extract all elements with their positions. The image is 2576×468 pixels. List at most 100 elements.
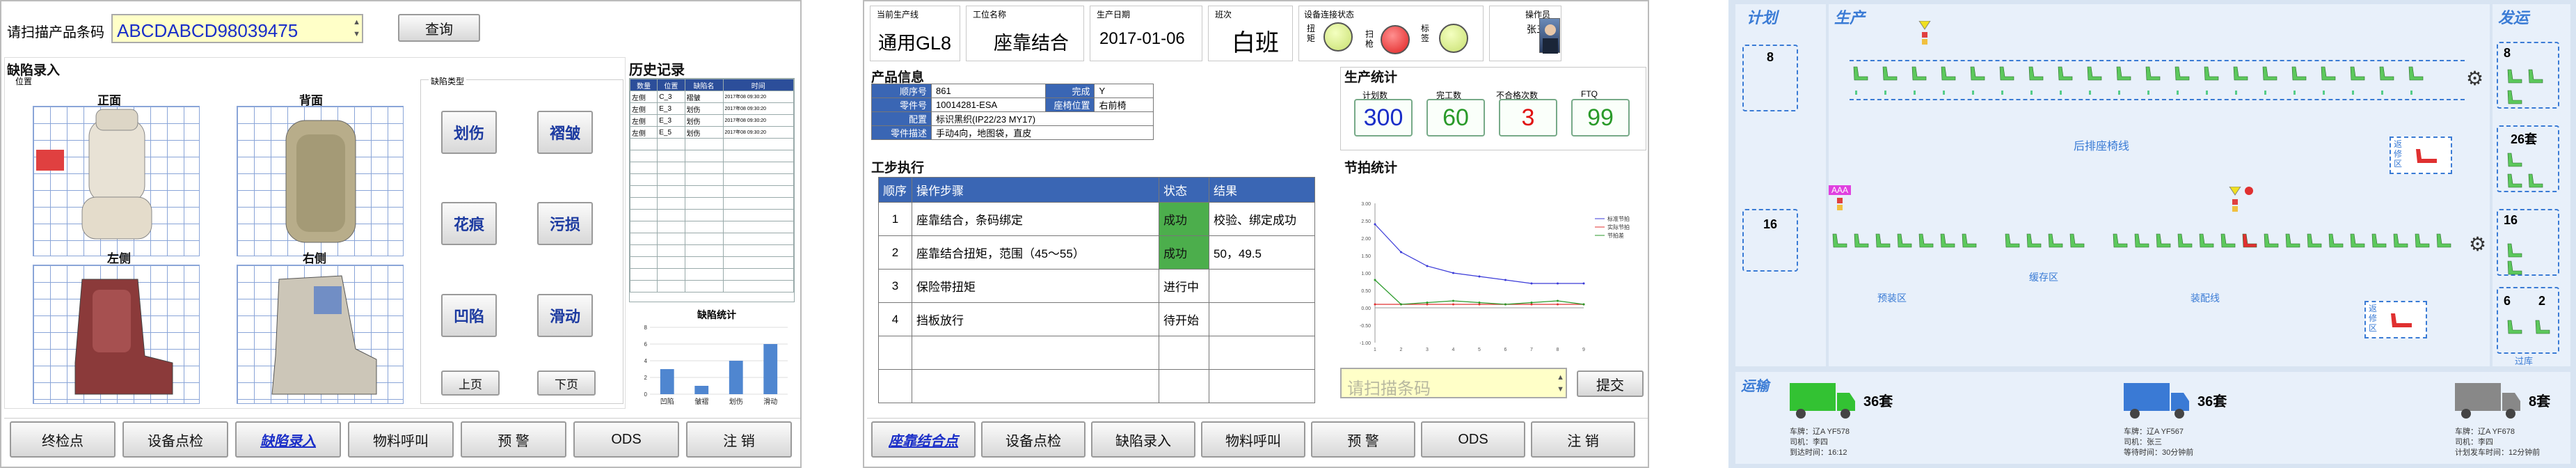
- nav-defect-entry-button[interactable]: 缺陷录入: [1091, 421, 1195, 458]
- barcode-value: ABCDABCD98039475: [117, 20, 299, 41]
- seat-icon: [2175, 66, 2190, 81]
- tick-label: 4: [644, 358, 648, 364]
- table-row[interactable]: 左侧 E_3 划伤 2017年08 09:30:20: [630, 102, 794, 115]
- station-value: 座靠结合: [994, 33, 1069, 54]
- pallet-mark: [1884, 91, 1886, 95]
- pallet-mark: [2410, 91, 2412, 95]
- nav-defect-entry-button[interactable]: 缺陷录入: [235, 421, 341, 458]
- seat-icon: [2005, 233, 2020, 248]
- truck-card[interactable]: 36套 车牌：辽A YF578 司机：李四 到达时间：16:12: [1790, 380, 1907, 461]
- defect-chart-title: 缺陷统计: [697, 309, 736, 320]
- bottom-nav: 座靠结合点 设备点检 缺陷录入 物料呼叫 预 警 ODS 注 销: [867, 418, 1648, 460]
- defect-type-label: 缺陷类型: [429, 75, 467, 87]
- desc-value: 手动4向，地图袋，直皮: [931, 125, 1154, 140]
- category-label: 划伤: [729, 397, 743, 406]
- table-cell: 保险带扭矩: [912, 269, 1159, 303]
- series-line: [1374, 224, 1584, 284]
- nav-alert-button[interactable]: 预 警: [461, 421, 566, 458]
- seat-icon: [2507, 320, 2522, 334]
- defect-slide-button[interactable]: 滑动: [537, 294, 593, 337]
- table-cell: 划伤: [684, 126, 724, 139]
- data-point: [1452, 299, 1454, 302]
- truck-info: 车牌：辽A YF678 司机：李四 计划发车时间：12分钟前: [2455, 427, 2572, 458]
- steps-table: 顺序 操作步骤 状态 结果 1 座靠结合，条码绑定 成功 校验、绑定成功 2 座靠结合扭…: [878, 177, 1315, 403]
- prev-page-button[interactable]: 上页: [441, 370, 500, 396]
- defect-stain-button[interactable]: 污损: [537, 202, 593, 245]
- truck-icon: [2124, 383, 2189, 419]
- truck-plate: 车牌：辽A YF567: [2124, 428, 2184, 436]
- tick-label: 6: [644, 341, 648, 348]
- robot-arm-icon: ⚙: [2466, 68, 2484, 89]
- table-row[interactable]: 2 座靠结合扭矩，范围（45～55） 成功 50，49.5: [878, 235, 1315, 270]
- nav-device-check-button[interactable]: 设备点检: [122, 421, 228, 458]
- seat-icon: [2415, 233, 2430, 248]
- plan-rack[interactable]: 8: [1742, 45, 1798, 111]
- seat-icon: [1832, 233, 1847, 248]
- back-view-grid[interactable]: [237, 106, 404, 256]
- category-label: 滑动: [763, 398, 777, 406]
- table-row[interactable]: 4 挡板放行 待开始: [878, 302, 1315, 336]
- rework-box[interactable]: 返修区: [2364, 301, 2427, 338]
- seat-icon: [2507, 173, 2522, 188]
- defect-dent-button[interactable]: 凹陷: [441, 294, 497, 337]
- plan-title: 计划: [1747, 9, 1778, 26]
- steps-title: 工步执行: [871, 161, 925, 176]
- nav-seat-join-button[interactable]: 座靠结合点: [871, 421, 976, 458]
- defect-wrinkle-button[interactable]: 褶皱: [537, 111, 593, 154]
- scroll-arrows-icon[interactable]: ▲ ▼: [1557, 372, 1564, 396]
- marker-icon: [1837, 198, 1843, 210]
- front-view-grid[interactable]: [33, 106, 200, 256]
- table-cell: 2017年08 09:30:20: [722, 102, 794, 115]
- defect-mark-button[interactable]: 花痕: [441, 202, 497, 245]
- date-value: 2017-01-06: [1099, 29, 1185, 48]
- pallet-mark: [2089, 91, 2091, 95]
- nav-ods-button[interactable]: ODS: [573, 421, 679, 458]
- table-row[interactable]: 3 保险带扭矩 进行中: [878, 269, 1315, 303]
- tick-label: 8: [1557, 348, 1559, 352]
- table-row[interactable]: 左侧 E_5 划伤 2017年08 09:30:20: [630, 126, 794, 139]
- table-cell: [1209, 302, 1315, 336]
- truck-icon: [2455, 383, 2520, 419]
- nav-material-call-button[interactable]: 物料呼叫: [348, 421, 454, 458]
- right-view-grid[interactable]: [237, 265, 404, 404]
- scroll-arrows-icon[interactable]: ▲ ▼: [353, 17, 360, 40]
- defect-scratch-button[interactable]: 划伤: [441, 111, 497, 154]
- query-button[interactable]: 查询: [398, 14, 480, 42]
- table-row[interactable]: 左侧 C_3 褶皱 2017年08 09:30:20: [630, 91, 794, 103]
- rework-box[interactable]: 返修区: [2390, 136, 2452, 174]
- left-view-grid[interactable]: [33, 265, 200, 404]
- nav-final-check-button[interactable]: 终检点: [10, 421, 116, 458]
- config-value: 标识黑织(IP22/23 MY17): [931, 111, 1154, 126]
- submit-button[interactable]: 提交: [1577, 370, 1644, 397]
- pallet-mark: [2118, 91, 2120, 95]
- nav-material-call-button[interactable]: 物料呼叫: [1201, 421, 1305, 458]
- barcode-input[interactable]: ABCDABCD98039475 ▲ ▼: [111, 14, 363, 43]
- nav-alert-button[interactable]: 预 警: [1311, 421, 1415, 458]
- truck-card[interactable]: 36套 车牌：辽A YF567 司机：张三 等待时间：30分钟前: [2124, 380, 2241, 461]
- seat-icon: [2393, 233, 2408, 248]
- status-lamp-red-icon: [1381, 25, 1410, 54]
- seq-label: 顺序号: [871, 84, 932, 98]
- seat-icon: [2307, 233, 2322, 248]
- plan-rack[interactable]: 16: [1742, 209, 1798, 272]
- category-label: 凹陷: [660, 397, 674, 406]
- nav-logout-button[interactable]: 注 销: [1531, 421, 1635, 458]
- avatar: [1539, 18, 1560, 54]
- seat-icon: [2262, 66, 2277, 81]
- seat-icon: [1962, 233, 1977, 248]
- table-cell: 2017年08 09:30:20: [722, 114, 794, 127]
- table-row[interactable]: 1 座靠结合，条码绑定 成功 校验、绑定成功: [878, 202, 1315, 236]
- seat-icon: [2350, 66, 2365, 81]
- table-cell: E_5: [657, 126, 685, 139]
- person-icon: [1543, 24, 1558, 54]
- seat-icon: [2350, 233, 2365, 248]
- next-page-button[interactable]: 下页: [537, 370, 596, 396]
- nav-logout-button[interactable]: 注 销: [686, 421, 792, 458]
- seat-icon: [2328, 233, 2344, 248]
- scan-input[interactable]: 请扫描条码 ▲ ▼: [1340, 368, 1567, 398]
- defect-entry-screen: 请扫描产品条码 ABCDABCD98039475 ▲ ▼ 查询 缺陷录入 位置 正…: [0, 0, 802, 468]
- nav-ods-button[interactable]: ODS: [1421, 421, 1525, 458]
- truck-card[interactable]: 8套 车牌：辽A YF678 司机：李四 计划发车时间：12分钟前: [2455, 380, 2572, 461]
- nav-device-check-button[interactable]: 设备点检: [981, 421, 1086, 458]
- table-row[interactable]: 左侧 E_3 划伤 2017年08 09:30:20: [630, 114, 794, 127]
